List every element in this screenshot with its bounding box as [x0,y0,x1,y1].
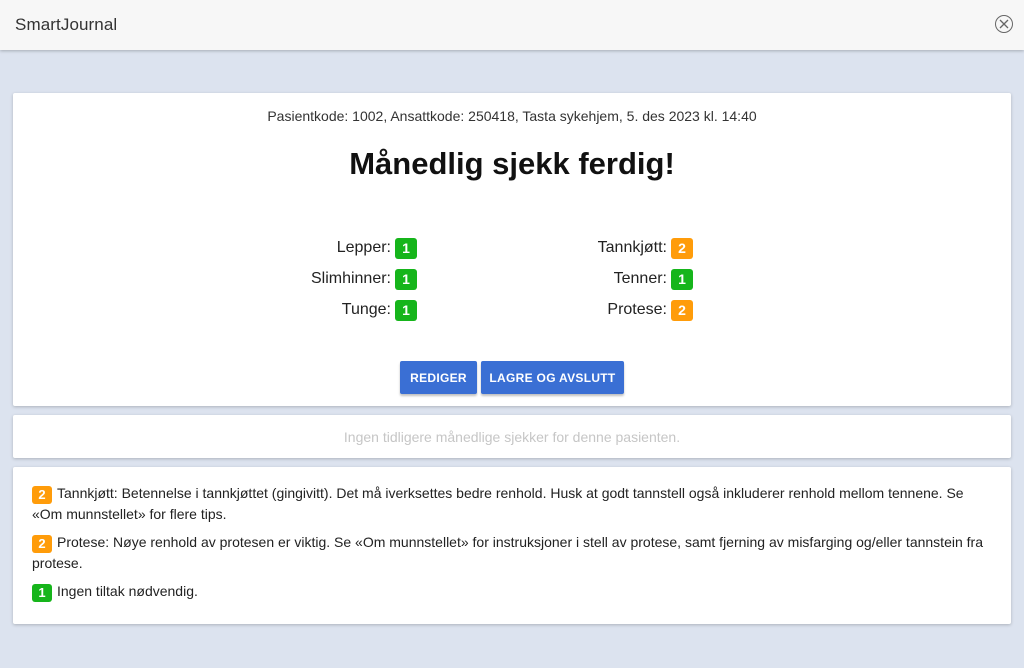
score-label: Slimhinner: [310,270,391,287]
score-label: Tenner: [613,270,667,287]
score-badge: 1 [395,299,417,321]
score-label: Tunge: [341,301,391,318]
score-badge: 2 [671,237,693,259]
score-slimhinner: Slimhinner: 1 [311,268,417,290]
edit-button[interactable]: REDIGER [400,361,477,394]
score-tunge: Tunge: 1 [342,299,417,321]
score-lepper: Lepper: 1 [337,237,417,259]
score-badge: 2 [671,299,693,321]
advice-text: Tannkjøtt: Betennelse i tannkjøttet (gin… [32,485,964,522]
advice-badge: 2 [32,535,52,553]
page-title: Månedlig sjekk ferdig! [349,146,675,181]
history-card: Ingen tidligere månedlige sjekker for de… [13,415,1011,458]
advice-item: 2 Tannkjøtt: Betennelse i tannkjøttet (gi… [32,483,992,524]
advice-card: 2 Tannkjøtt: Betennelse i tannkjøttet (gi… [13,467,1011,624]
advice-badge: 2 [32,486,52,504]
advice-badge: 1 [32,584,52,602]
score-tenner: Tenner: 1 [614,268,693,290]
advice-item: 1 Ingen tiltak nødvendig. [32,581,992,602]
score-tannkjott: Tannkjøtt: 2 [598,237,693,259]
score-badge: 1 [671,268,693,290]
advice-text: Ingen tiltak nødvendig. [57,583,198,599]
advice-item: 2 Protese: Nøye renhold av protesen er vi… [32,532,992,573]
score-protese: Protese: 2 [607,299,693,321]
score-label: Protese: [607,301,667,318]
save-and-exit-button[interactable]: LAGRE OG AVSLUTT [481,361,624,394]
result-card: Pasientkode: 1002, Ansattkode: 250418, T… [13,93,1011,406]
title-bar: SmartJournal [0,0,1024,50]
score-badge: 1 [395,237,417,259]
close-icon[interactable] [995,15,1013,33]
score-badge: 1 [395,268,417,290]
history-empty-text: Ingen tidligere månedlige sjekker for de… [343,429,681,445]
app-title: SmartJournal [15,15,118,34]
advice-text: Protese: Nøye renhold av protesen er vik… [32,534,983,571]
score-label: Tannkjøtt: [597,239,667,256]
check-meta: Pasientkode: 1002, Ansattkode: 250418, T… [267,108,757,124]
score-label: Lepper: [336,239,391,256]
